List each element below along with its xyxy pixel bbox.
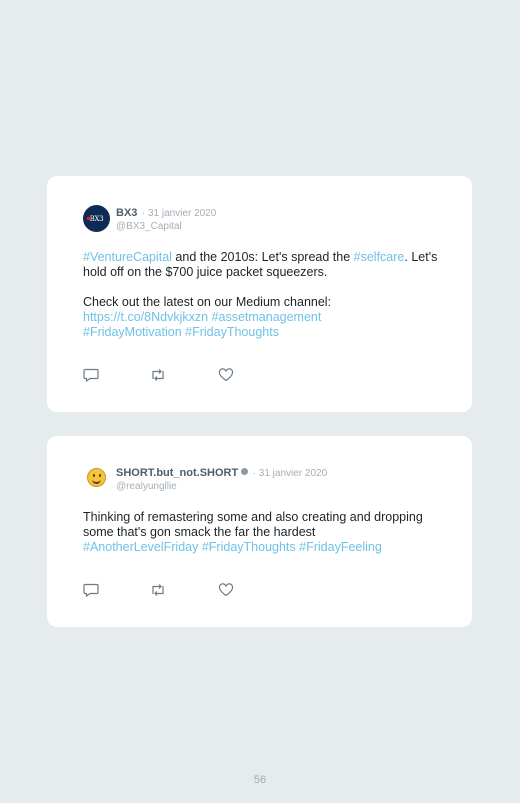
retweet-icon[interactable] <box>150 368 166 382</box>
hashtag-link[interactable]: #AnotherLevelFriday <box>83 540 198 554</box>
hashtag-link[interactable]: #FridayMotivation <box>83 325 182 339</box>
hashtag-link[interactable]: #FridayThoughts <box>185 325 279 339</box>
tweet-card: BX3 BX3 · 31 janvier 2020 @BX3_Capital #… <box>47 176 472 412</box>
tweet-date[interactable]: · 31 janvier 2020 <box>142 208 217 219</box>
smiley-mouth <box>92 478 101 484</box>
hashtag-link[interactable]: #VentureCapital <box>83 250 172 264</box>
tweet-date[interactable]: · 31 janvier 2020 <box>253 468 328 479</box>
tweet-username[interactable]: SHORT.but_not.SHORT <box>116 467 238 479</box>
retweet-icon[interactable] <box>150 583 166 597</box>
smiley-eye <box>93 474 95 477</box>
verified-badge-icon <box>241 468 249 475</box>
bx3-logo-avatar[interactable]: BX3 <box>83 205 110 232</box>
url-link[interactable]: https://t.co/8Ndvkjkxzn <box>83 310 208 324</box>
tweet-header: SHORT.but_not.SHORT · 31 janvier 2020 @r… <box>116 465 327 493</box>
page-number: 56 <box>253 774 267 786</box>
logo-accent-mark <box>87 217 91 220</box>
reply-icon[interactable] <box>83 583 99 597</box>
tweet-card: SHORT.but_not.SHORT · 31 janvier 2020 @r… <box>47 436 472 627</box>
tweet-username[interactable]: BX3 <box>116 207 137 219</box>
hashtag-link[interactable]: #selfcare <box>354 250 405 264</box>
like-icon[interactable] <box>218 368 234 382</box>
like-icon[interactable] <box>218 583 234 597</box>
hashtag-link[interactable]: #FridayThoughts <box>202 540 296 554</box>
tweet-handle[interactable]: @realyungllie <box>116 480 327 493</box>
tweet-text-segment: and the 2010s: Let's spread the <box>171 250 354 264</box>
tweet-text-segment: Thinking of remastering some and also cr… <box>83 510 423 539</box>
hashtag-link[interactable]: #assetmanagement <box>212 310 322 324</box>
tweet-text: Thinking of remastering some and also cr… <box>83 510 443 555</box>
tweet-handle[interactable]: @BX3_Capital <box>116 220 216 233</box>
smiley-eye <box>99 474 101 477</box>
tweet-text: #VentureCapital and the 2010s: Let's spr… <box>83 250 443 340</box>
reply-icon[interactable] <box>83 368 99 382</box>
hashtag-link[interactable]: #FridayFeeling <box>299 540 382 554</box>
avatar-logo-text: BX3 <box>89 214 104 223</box>
tweet-header: BX3 · 31 janvier 2020 @BX3_Capital <box>116 205 216 233</box>
smiley-face-avatar[interactable] <box>87 468 106 487</box>
